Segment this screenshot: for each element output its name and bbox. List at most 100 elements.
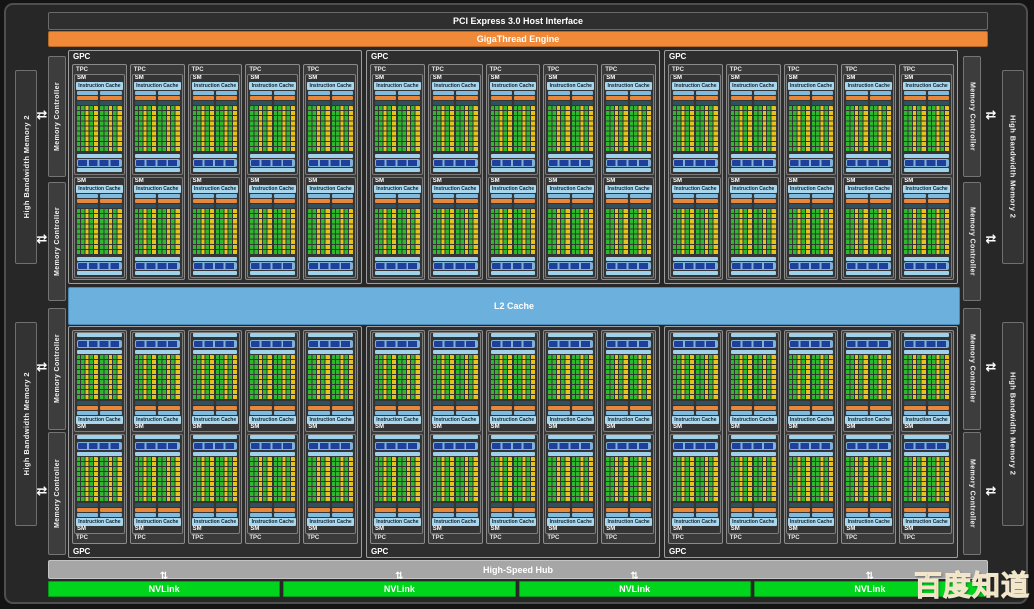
sm-label: SM [787,424,836,431]
tpc-box: TPCSMInstruction CacheSMInstruction Cach… [543,64,598,280]
warp-scheduler-bar [846,194,867,198]
core-grid [673,106,694,152]
register-file-bar [514,204,535,208]
core-grid [696,209,717,255]
register-file-bar [514,101,535,105]
texture-cache-bar [789,154,834,158]
instruction-cache-bar: Instruction Cache [490,518,537,526]
hbm-memory-arrows-icon: ⇄ [33,360,51,376]
warp-scheduler-bar [731,91,752,95]
sm-block: SMInstruction Cache [247,177,298,278]
core-grid [731,209,752,255]
load-store-units-bar [491,442,536,450]
warp-scheduler-bar [375,411,396,415]
hbm-memory-arrows-icon: ⇄ [33,232,51,248]
load-store-units-bar [250,340,295,348]
sm-half [572,457,593,517]
shared-memory-bar [433,271,478,275]
load-store-units-bar [731,340,776,348]
instruction-cache-bar: Instruction Cache [547,185,594,193]
tpc-label: TPC [74,66,125,74]
warp-scheduler-bar [274,194,295,198]
register-file-bar [491,101,512,105]
load-store-units-bar [846,442,891,450]
dispatch-bar [514,508,535,512]
instruction-cache-bar: Instruction Cache [249,185,296,193]
tpc-label: TPC [132,534,183,542]
core-grid [100,355,121,400]
sm-processing-halves [546,354,595,416]
register-file-bar [673,503,694,507]
sm-processing-halves [729,90,778,153]
sm-block: SMInstruction Cache [901,434,952,534]
tpc-box: TPCSMInstruction CacheSMInstruction Cach… [428,330,483,544]
dispatch-bar [375,508,396,512]
sm-block: SMInstruction Cache [190,74,241,175]
core-grid [193,209,214,255]
instruction-cache-bar: Instruction Cache [903,185,950,193]
warp-scheduler-bar [491,411,512,415]
shared-memory-bar [193,435,238,439]
sm-block: SMInstruction Cache [430,332,481,432]
load-store-units-bar [250,159,295,167]
sm-label: SM [306,526,355,533]
register-file-bar [77,401,98,405]
sm-stack: SMInstruction Cache SMInstruction Cache [190,74,241,278]
sm-block: SMInstruction Cache [670,332,721,432]
sm-half [375,457,396,517]
nvlink-arrows-icon: ⇅ [156,571,172,583]
sm-half [274,355,295,415]
sm-half [308,355,329,415]
instruction-cache-bar: Instruction Cache [672,185,719,193]
dispatch-bar [789,406,810,410]
warp-scheduler-bar [789,194,810,198]
instruction-cache-bar: Instruction Cache [730,416,777,424]
core-grid [193,106,214,152]
warp-scheduler-bar [548,411,569,415]
core-grid [696,106,717,152]
load-store-units-bar [731,159,776,167]
load-store-units-bar [193,340,238,348]
warp-scheduler-bar [433,411,454,415]
sm-processing-halves [431,193,480,256]
gpc-label: GPC [371,547,388,556]
sm-processing-halves [248,456,297,518]
warp-scheduler-bar [630,411,651,415]
register-file-bar [754,204,775,208]
tpc-box: TPCSMInstruction CacheSMInstruction Cach… [486,64,541,280]
warp-scheduler-bar [308,411,329,415]
load-store-units-bar [548,442,593,450]
warp-scheduler-bar [135,194,156,198]
sm-half [731,91,752,152]
sm-label: SM [191,178,240,185]
core-grid [514,457,535,502]
sm-label: SM [729,178,778,185]
warp-scheduler-bar [673,91,694,95]
instruction-cache-bar: Instruction Cache [432,82,479,90]
warp-scheduler-bar [216,513,237,517]
register-file-bar [673,101,694,105]
core-grid [812,106,833,152]
instruction-cache-bar: Instruction Cache [134,518,181,526]
dispatch-bar [216,199,237,203]
register-file-bar [572,503,593,507]
dispatch-bar [754,199,775,203]
sm-label: SM [191,526,240,533]
core-grid [904,209,925,255]
sm-half [928,355,949,415]
core-grid [77,457,98,502]
core-grid [193,355,214,400]
core-grid [491,209,512,255]
dispatch-bar [274,96,295,100]
register-file-bar [696,401,717,405]
sm-block: SMInstruction Cache [74,332,125,432]
instruction-cache-bar: Instruction Cache [192,185,239,193]
core-grid [158,457,179,502]
sm-processing-halves [133,354,182,416]
sm-half [100,91,121,152]
sm-block: SMInstruction Cache [305,74,356,175]
dispatch-bar [754,96,775,100]
texture-cache-bar [250,154,295,158]
sm-block: SMInstruction Cache [247,74,298,175]
dispatch-bar [433,406,454,410]
